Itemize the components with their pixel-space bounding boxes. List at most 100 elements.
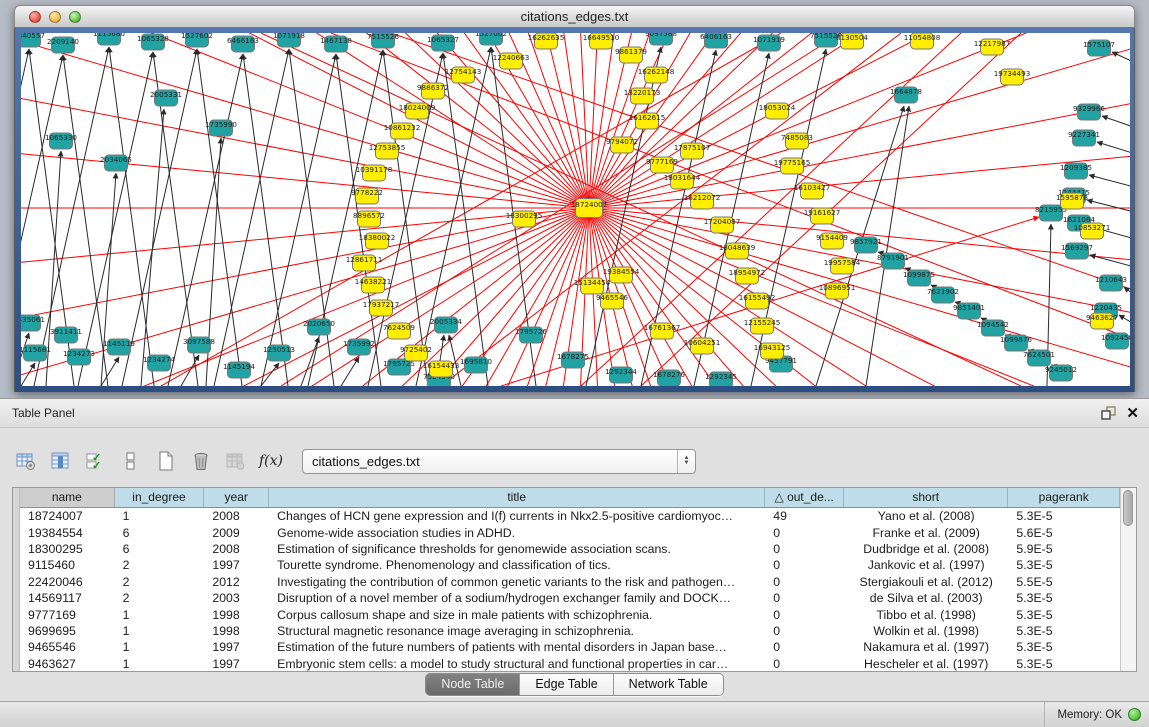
graph-node[interactable]: 9778222 (351, 188, 383, 204)
cell-short[interactable]: Nakamura et al. (1997) (844, 640, 1008, 654)
graph-node[interactable]: 3911411 (50, 327, 82, 343)
cell-name[interactable]: 18300295 (20, 542, 115, 556)
graph-node[interactable]: 1234274 (143, 355, 175, 371)
graph-node[interactable]: 18031644 (664, 173, 701, 189)
scrollbar-thumb[interactable] (1123, 490, 1133, 526)
graph-node[interactable]: 1145119 (103, 339, 135, 355)
memory-indicator[interactable]: Memory: OK (1044, 702, 1141, 727)
graph-node[interactable]: 1065328 (137, 34, 169, 50)
graph-node[interactable]: 12754143 (445, 67, 482, 83)
table-select-combobox[interactable]: citations_edges.txt▲▼ (302, 449, 696, 474)
cell-pagerank[interactable]: 5.3E-5 (1008, 640, 1120, 654)
cell-year[interactable]: 2008 (204, 542, 269, 556)
graph-node[interactable]: 18024009 (399, 103, 436, 119)
cell-pagerank[interactable]: 5.3E-5 (1008, 624, 1120, 638)
cell-name[interactable]: 9699695 (20, 624, 115, 638)
graph-node[interactable]: 7621902 (927, 287, 959, 303)
graph-node[interactable]: 1115681 (21, 345, 51, 361)
graph-node[interactable]: 9777169 (646, 157, 678, 173)
cell-in_degree[interactable]: 2 (115, 558, 205, 572)
graph-node[interactable]: 1094542 (977, 320, 1009, 336)
unselect-all-icon[interactable] (117, 447, 145, 475)
graph-node[interactable]: 7435061 (21, 315, 45, 331)
cell-year[interactable]: 1997 (204, 657, 269, 671)
cell-in_degree[interactable]: 1 (115, 624, 205, 638)
delete-table-icon[interactable] (222, 447, 250, 475)
cell-title[interactable]: Embryonic stem cells: a model to study s… (269, 657, 765, 671)
table-settings-icon[interactable] (12, 447, 40, 475)
graph-node[interactable]: 1145194 (223, 362, 255, 378)
graph-node[interactable]: 10896951 (819, 283, 856, 299)
column-header-pagerank[interactable]: pagerank (1008, 488, 1120, 507)
cell-out_de[interactable]: 0 (765, 526, 844, 540)
cell-out_de[interactable]: 0 (765, 624, 844, 638)
graph-node[interactable]: 9465546 (596, 293, 628, 309)
table-row[interactable]: 969969511998Structural magnetic resonanc… (20, 623, 1120, 639)
table-row[interactable]: 946554611997Estimation of the future num… (20, 639, 1120, 655)
graph-node[interactable]: 10853271 (1074, 223, 1111, 239)
graph-node[interactable]: 13220173 (624, 88, 661, 104)
cell-out_de[interactable]: 0 (765, 657, 844, 671)
cell-name[interactable]: 19384554 (20, 526, 115, 540)
graph-node[interactable]: 9794072 (606, 137, 638, 153)
cell-short[interactable]: Hescheler et al. (1997) (844, 657, 1008, 671)
tab-node-table[interactable]: Node Table (426, 674, 520, 695)
graph-node[interactable]: 1575107 (1083, 40, 1115, 56)
column-header-name[interactable]: name (20, 488, 115, 507)
cell-name[interactable]: 22420046 (20, 575, 115, 589)
column-header-short[interactable]: short (844, 488, 1008, 507)
graph-node[interactable]: 1099876 (1000, 335, 1032, 351)
graph-node[interactable]: 17875107 (674, 143, 711, 159)
cell-title[interactable]: Corpus callosum shape and size in male p… (269, 608, 765, 622)
graph-node[interactable]: 7624501 (1023, 350, 1055, 366)
cell-in_degree[interactable]: 2 (115, 575, 205, 589)
float-panel-icon[interactable] (1101, 406, 1116, 420)
graph-node[interactable]: 1250513 (263, 345, 295, 361)
column-header-out_de[interactable]: △ out_de... (765, 488, 844, 507)
graph-node[interactable]: 9154409 (816, 233, 848, 249)
graph-node[interactable]: 16761367 (644, 323, 681, 339)
cell-out_de[interactable]: 0 (765, 608, 844, 622)
cell-in_degree[interactable]: 6 (115, 526, 205, 540)
graph-node[interactable]: 1234273 (63, 349, 95, 365)
cell-out_de[interactable]: 49 (765, 509, 844, 523)
graph-node[interactable]: 1340557 (21, 33, 45, 47)
cell-pagerank[interactable]: 5.5E-5 (1008, 575, 1120, 589)
cell-short[interactable]: Jankovic et al. (1997) (844, 558, 1008, 572)
cell-out_de[interactable]: 0 (765, 591, 844, 605)
cell-short[interactable]: Wolkin et al. (1998) (844, 624, 1008, 638)
graph-node[interactable]: 19734493 (994, 69, 1031, 85)
graph-node[interactable]: 9245012 (1045, 365, 1077, 381)
cell-year[interactable]: 1998 (204, 608, 269, 622)
graph-node[interactable]: 11054808 (904, 33, 941, 49)
cell-in_degree[interactable]: 2 (115, 591, 205, 605)
graph-node[interactable]: 1467138 (320, 36, 352, 52)
graph-node[interactable]: 1292345 (705, 372, 737, 386)
cell-pagerank[interactable]: 5.3E-5 (1008, 608, 1120, 622)
cell-year[interactable]: 1997 (204, 558, 269, 572)
graph-node[interactable]: 1527602 (181, 33, 213, 47)
graph-node[interactable]: 9227341 (1068, 130, 1100, 146)
cell-name[interactable]: 9463627 (20, 657, 115, 671)
table-row[interactable]: 1830029562008Estimation of significance … (20, 541, 1120, 557)
graph-node[interactable]: 2005331 (150, 90, 182, 106)
graph-node[interactable]: 9851401 (953, 303, 985, 319)
graph-node[interactable]: 9097588 (645, 33, 677, 45)
graph-node[interactable]: 1678275 (557, 352, 589, 368)
graph-node[interactable]: 16262148 (638, 67, 675, 83)
graph-node[interactable]: 7515526 (367, 33, 399, 48)
cell-pagerank[interactable]: 5.3E-5 (1008, 591, 1120, 605)
cell-short[interactable]: Yano et al. (2008) (844, 509, 1008, 523)
graph-node[interactable]: 6406163 (700, 33, 732, 48)
table-row[interactable]: 977716911998Corpus callosum shape and si… (20, 606, 1120, 622)
graph-node[interactable]: 6466163 (227, 36, 259, 52)
cell-pagerank[interactable]: 5.9E-5 (1008, 542, 1120, 556)
cell-name[interactable]: 9115460 (20, 558, 115, 572)
graph-node[interactable]: 17937217 (363, 300, 400, 316)
cell-year[interactable]: 1998 (204, 624, 269, 638)
graph-node[interactable]: 1071919 (753, 35, 785, 51)
cell-in_degree[interactable]: 1 (115, 509, 205, 523)
cell-year[interactable]: 2009 (204, 526, 269, 540)
cell-short[interactable]: Stergiakouli et al. (2012) (844, 575, 1008, 589)
graph-node[interactable]: 19957584 (824, 258, 861, 274)
